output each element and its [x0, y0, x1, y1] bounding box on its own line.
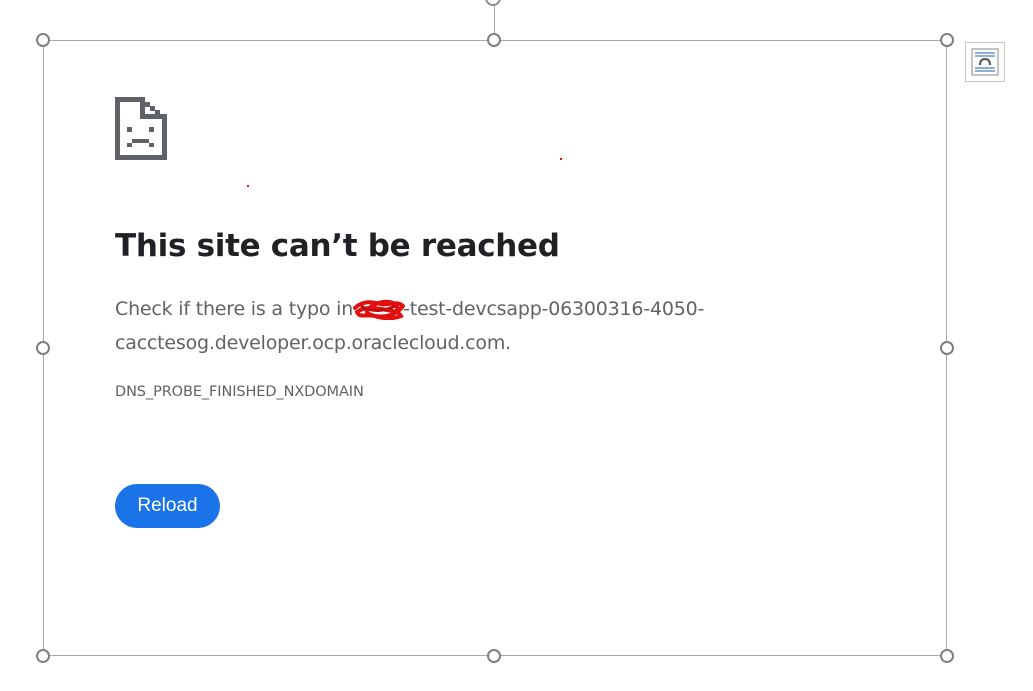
- layout-options-button[interactable]: [965, 42, 1005, 82]
- resize-handle-middle-right[interactable]: [940, 341, 954, 355]
- resize-handle-top-left[interactable]: [36, 33, 50, 47]
- reload-button[interactable]: Reload: [115, 484, 220, 528]
- stray-mark: [247, 185, 249, 187]
- resize-handle-top-middle[interactable]: [487, 33, 501, 47]
- message-prefix: Check if there is a typo in: [115, 298, 354, 320]
- redaction-scribble-icon: [353, 299, 406, 320]
- resize-handle-top-right[interactable]: [940, 33, 954, 47]
- resize-handle-bottom-right[interactable]: [940, 649, 954, 663]
- layout-options-icon: [971, 48, 999, 76]
- document-canvas: This site can’t be reached Check if ther…: [0, 0, 1033, 691]
- error-code: DNS_PROBE_FINISHED_NXDOMAIN: [115, 384, 364, 400]
- stray-mark: [560, 158, 562, 160]
- resize-handle-bottom-left[interactable]: [36, 649, 50, 663]
- rotate-handle[interactable]: [485, 0, 501, 6]
- page-title: This site can’t be reached: [115, 228, 560, 264]
- error-message: Check if there is a typo in -test-devcsa…: [115, 292, 755, 360]
- resize-handle-middle-left[interactable]: [36, 341, 50, 355]
- sad-page-icon: [115, 97, 167, 160]
- resize-handle-bottom-middle[interactable]: [487, 649, 501, 663]
